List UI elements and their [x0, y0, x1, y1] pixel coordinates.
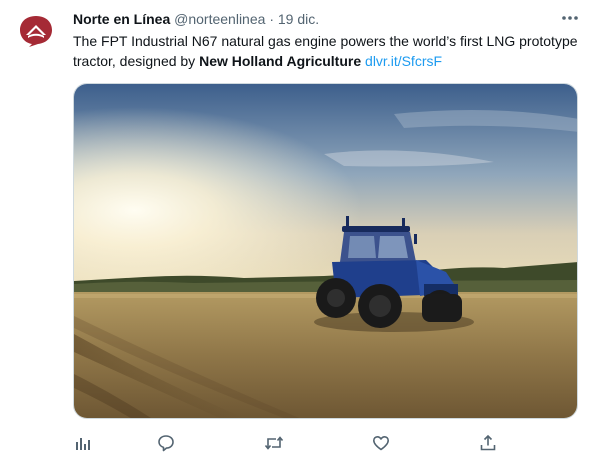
separator-dot: · [269, 11, 274, 27]
tweet-link[interactable]: dlvr.it/SfcrsF [365, 53, 442, 69]
tweet-text: The FPT Industrial N67 natural gas engin… [73, 31, 588, 71]
analytics-button[interactable] [72, 432, 94, 454]
more-horizontal-icon [562, 16, 578, 20]
more-options-button[interactable] [558, 8, 582, 28]
tweet-actions [73, 432, 503, 454]
share-icon [480, 434, 496, 451]
author-handle[interactable]: @norteenlinea [174, 11, 265, 27]
retweet-icon [264, 436, 284, 450]
reply-button[interactable] [155, 432, 177, 454]
tweet-photo[interactable] [73, 83, 578, 419]
tweet-text-mention[interactable]: New Holland Agriculture [199, 53, 361, 69]
tweet-date[interactable]: 19 dic. [278, 11, 319, 27]
norte-logo-icon [20, 16, 52, 47]
share-button[interactable] [477, 432, 499, 454]
analytics-icon [76, 438, 90, 450]
heart-icon [373, 436, 389, 451]
tractor-field-image [74, 84, 577, 418]
avatar[interactable] [15, 10, 57, 52]
reply-icon [158, 435, 174, 452]
tweet-header: Norte en Línea @norteenlinea · 19 dic. [73, 10, 319, 28]
like-button[interactable] [370, 432, 392, 454]
retweet-button[interactable] [263, 432, 285, 454]
author-name[interactable]: Norte en Línea [73, 11, 170, 27]
